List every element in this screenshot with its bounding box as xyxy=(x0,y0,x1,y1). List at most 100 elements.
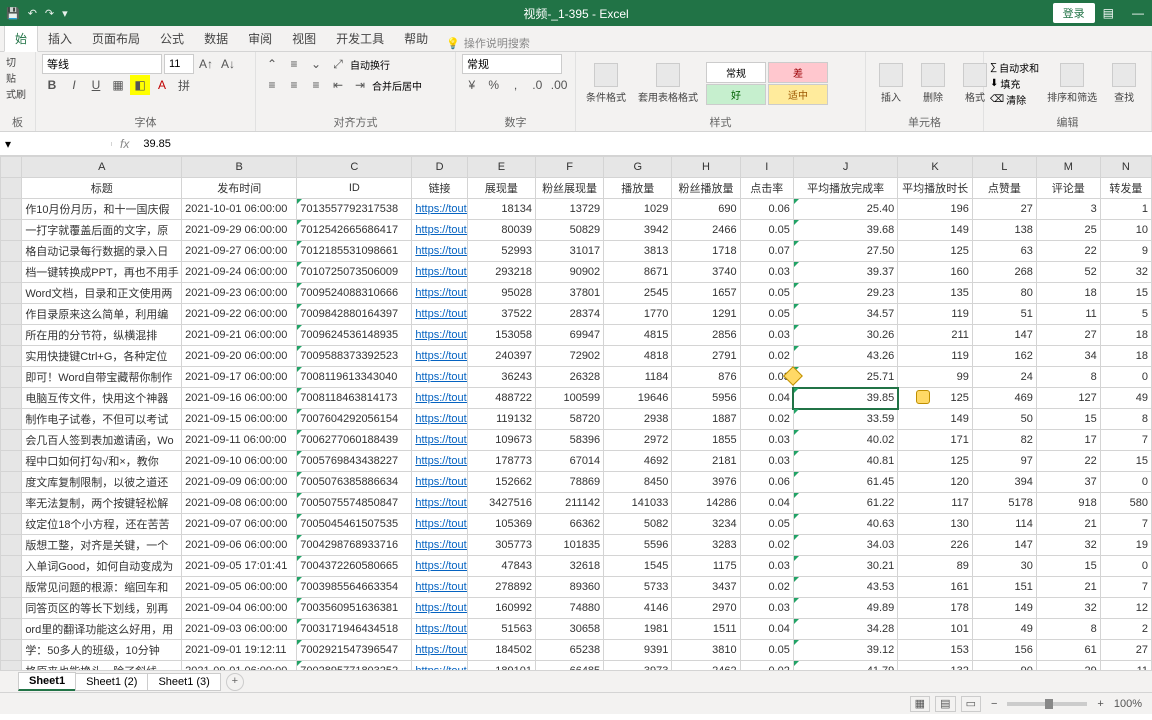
cell[interactable]: 21 xyxy=(1036,577,1100,598)
cell[interactable]: 24 xyxy=(972,367,1036,388)
format-painter-button[interactable]: 式刷 xyxy=(6,86,29,101)
cell[interactable]: 制作电子试卷，不但可以考试 xyxy=(22,409,182,430)
zoom-in-icon[interactable]: + xyxy=(1097,698,1103,710)
tab-formulas[interactable]: 公式 xyxy=(150,26,194,51)
cell[interactable]: 4146 xyxy=(604,598,672,619)
cell[interactable]: 实用快捷键Ctrl+G，各种定位 xyxy=(22,346,182,367)
tab-dev[interactable]: 开发工具 xyxy=(326,26,394,51)
column-header[interactable]: J xyxy=(793,157,897,178)
cell[interactable]: 7010725073506009 xyxy=(297,262,412,283)
font-size-select[interactable]: 11 xyxy=(164,54,194,74)
cell[interactable]: 格原来也能换头，除了斜线 xyxy=(22,661,182,671)
cell[interactable]: 7004298768933716 xyxy=(297,535,412,556)
fill-color-button[interactable]: ◧ xyxy=(130,75,150,95)
cell[interactable]: 58720 xyxy=(535,409,603,430)
cell[interactable]: 69947 xyxy=(535,325,603,346)
header-cell[interactable]: 链接 xyxy=(412,178,467,199)
cell[interactable]: 0.03 xyxy=(740,262,793,283)
style-bad[interactable]: 差 xyxy=(768,62,828,83)
cell[interactable]: 1887 xyxy=(672,409,740,430)
cell[interactable]: 160992 xyxy=(467,598,535,619)
cell[interactable]: 版常见问题的根源：缩回车和 xyxy=(22,577,182,598)
cell[interactable]: 所在用的分节符，纵横混排 xyxy=(22,325,182,346)
cell[interactable]: 119132 xyxy=(467,409,535,430)
cell[interactable]: 2021-09-03 06:00:00 xyxy=(182,619,297,640)
page-layout-view-icon[interactable]: ▤ xyxy=(935,696,955,712)
cell[interactable]: 度文库复制限制，以彼之道还 xyxy=(22,472,182,493)
cell[interactable]: 10 xyxy=(1100,220,1151,241)
row-header[interactable] xyxy=(1,367,22,388)
cell[interactable]: 2021-09-05 06:00:00 xyxy=(182,577,297,598)
increase-font-icon[interactable]: A↑ xyxy=(196,54,216,74)
cell[interactable]: 52 xyxy=(1036,262,1100,283)
cell[interactable]: 5178 xyxy=(972,493,1036,514)
cut-button[interactable]: 切 xyxy=(6,54,29,69)
cell[interactable]: 14286 xyxy=(672,493,740,514)
cell[interactable]: 0 xyxy=(1100,556,1151,577)
cell[interactable]: 125 xyxy=(898,241,973,262)
cell[interactable]: 49 xyxy=(972,619,1036,640)
cell[interactable]: 17 xyxy=(1036,430,1100,451)
cell[interactable]: 80039 xyxy=(467,220,535,241)
cell[interactable]: 1511 xyxy=(672,619,740,640)
sheet-tab-1[interactable]: Sheet1 xyxy=(18,672,76,691)
cell[interactable]: 125 xyxy=(898,451,973,472)
row-header[interactable] xyxy=(1,640,22,661)
bold-button[interactable]: B xyxy=(42,75,62,95)
row-header[interactable] xyxy=(1,262,22,283)
cell[interactable]: 61 xyxy=(1036,640,1100,661)
cell[interactable]: 211142 xyxy=(535,493,603,514)
cell[interactable]: 3427516 xyxy=(467,493,535,514)
column-header[interactable]: E xyxy=(467,157,535,178)
link-cell[interactable]: https://toutiao.com xyxy=(412,451,467,472)
cell[interactable]: 1855 xyxy=(672,430,740,451)
cell[interactable]: 3973 xyxy=(604,661,672,671)
column-header[interactable]: D xyxy=(412,157,467,178)
cell[interactable]: 7002921547396547 xyxy=(297,640,412,661)
cell[interactable]: 7003560951636381 xyxy=(297,598,412,619)
cell[interactable]: 29.23 xyxy=(793,283,897,304)
tell-me-search[interactable]: 💡 操作说明搜索 xyxy=(446,35,530,51)
cell[interactable]: 876 xyxy=(672,367,740,388)
cell[interactable]: 学：50多人的班级，10分钟 xyxy=(22,640,182,661)
style-normal[interactable]: 常规 xyxy=(706,62,766,83)
cell[interactable]: 会几百人签到表加邀请函，Wo xyxy=(22,430,182,451)
cell[interactable]: 32 xyxy=(1100,262,1151,283)
border-button[interactable]: ▦ xyxy=(108,75,128,95)
cell[interactable]: 11 xyxy=(1100,661,1151,671)
link-cell[interactable]: https://toutiao.com xyxy=(412,199,467,220)
cell[interactable]: 293218 xyxy=(467,262,535,283)
row-header[interactable] xyxy=(1,199,22,220)
cell[interactable]: 2021-09-15 06:00:00 xyxy=(182,409,297,430)
cell[interactable]: 469 xyxy=(972,388,1036,409)
link-cell[interactable]: https://toutiao.com xyxy=(412,388,467,409)
header-cell[interactable]: 播放量 xyxy=(604,178,672,199)
cell[interactable]: 0.03 xyxy=(740,451,793,472)
cell[interactable]: 184502 xyxy=(467,640,535,661)
header-cell[interactable]: 粉丝展现量 xyxy=(535,178,603,199)
add-sheet-button[interactable]: + xyxy=(226,673,244,691)
cell[interactable]: 160 xyxy=(898,262,973,283)
column-header[interactable]: M xyxy=(1036,157,1100,178)
header-cell[interactable]: 点赞量 xyxy=(972,178,1036,199)
tab-layout[interactable]: 页面布局 xyxy=(82,26,150,51)
link-cell[interactable]: https://toutiao.com xyxy=(412,598,467,619)
cell[interactable]: 162 xyxy=(972,346,1036,367)
cell[interactable]: 2021-09-22 06:00:00 xyxy=(182,304,297,325)
fill-icon[interactable]: ⬇ xyxy=(990,78,998,89)
cell[interactable]: 1770 xyxy=(604,304,672,325)
font-color-button[interactable]: A xyxy=(152,75,172,95)
sheet-tab-2[interactable]: Sheet1 (2) xyxy=(75,673,148,691)
cell[interactable]: 67014 xyxy=(535,451,603,472)
link-cell[interactable]: https://toutiao.com xyxy=(412,409,467,430)
style-neutral[interactable]: 适中 xyxy=(768,84,828,105)
header-cell[interactable]: 评论量 xyxy=(1036,178,1100,199)
cell[interactable]: 作目录原来这么简单，利用编 xyxy=(22,304,182,325)
column-header[interactable]: N xyxy=(1100,157,1151,178)
cell[interactable]: 4818 xyxy=(604,346,672,367)
cell[interactable]: 0.02 xyxy=(740,409,793,430)
cell[interactable]: 0.05 xyxy=(740,514,793,535)
cell[interactable]: 47843 xyxy=(467,556,535,577)
cell[interactable]: Word文档，目录和正文使用两 xyxy=(22,283,182,304)
cell[interactable]: 0.02 xyxy=(740,577,793,598)
